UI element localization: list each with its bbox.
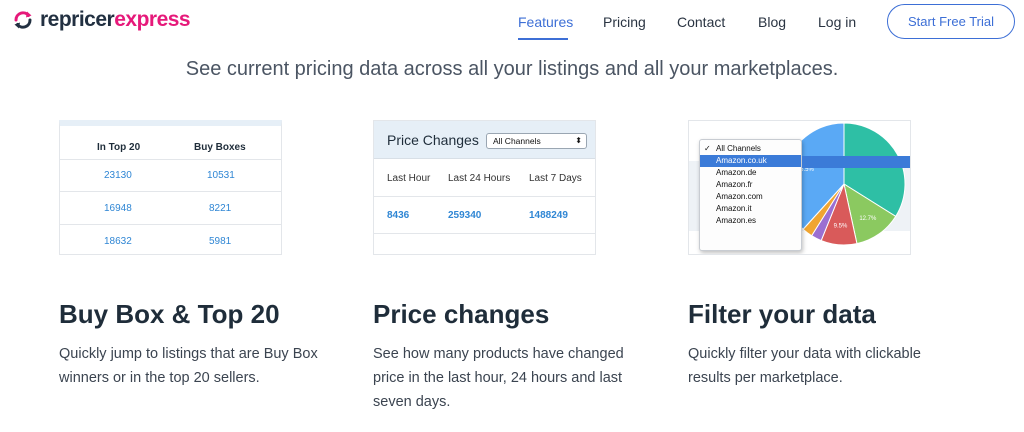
dropdown-option-amazon-com[interactable]: Amazon.com xyxy=(700,191,801,203)
buybox-count[interactable]: 10531 xyxy=(207,170,235,181)
divider xyxy=(60,191,281,192)
top20-count[interactable]: 16948 xyxy=(104,203,132,214)
period-label: Last 24 Hours xyxy=(448,173,511,184)
section-headline: See current pricing data across all your… xyxy=(185,58,839,80)
price-change-count[interactable]: 259340 xyxy=(448,210,481,221)
feature-description: See how many products have changed price … xyxy=(373,346,624,410)
top20-count[interactable]: 18632 xyxy=(104,236,132,247)
price-change-count[interactable]: 8436 xyxy=(387,210,409,221)
divider xyxy=(60,224,281,225)
top20-count[interactable]: 23130 xyxy=(104,170,132,181)
brand-logo[interactable]: repricerexpress xyxy=(12,8,191,32)
buybox-preview-panel: In Top 20 Buy Boxes 23130 10531 16948 82… xyxy=(59,120,282,255)
highlight-row-extension xyxy=(802,156,910,168)
feature-title: Buy Box & Top 20 xyxy=(59,299,280,329)
feature-title: Price changes xyxy=(373,299,550,329)
column-header: In Top 20 xyxy=(97,142,141,153)
dropdown-option-all-channels[interactable]: ✓ All Channels xyxy=(700,143,801,155)
nav-link-blog[interactable]: Blog xyxy=(758,14,786,30)
refresh-logo-icon xyxy=(14,11,32,29)
period-label: Last Hour xyxy=(387,173,431,184)
panel-title: Price Changes xyxy=(387,132,479,148)
checkmark-icon: ✓ xyxy=(704,144,711,153)
price-change-count[interactable]: 1488249 xyxy=(529,210,568,221)
dropdown-option-amazon-de[interactable]: Amazon.de xyxy=(700,167,801,179)
dropdown-option-amazon-fr[interactable]: Amazon.fr xyxy=(700,179,801,191)
feature-description: Quickly filter your data with clickable r… xyxy=(688,346,921,386)
feature-title: Filter your data xyxy=(688,299,876,329)
column-header: Buy Boxes xyxy=(194,142,246,153)
divider xyxy=(374,196,595,197)
channel-dropdown-menu: ✓ All Channels Amazon.co.uk Amazon.de Ama… xyxy=(699,139,802,251)
top-nav: repricerexpress Features Pricing Contact… xyxy=(0,0,1024,44)
channel-select-value: All Channels xyxy=(493,136,541,146)
nav-link-contact[interactable]: Contact xyxy=(677,14,725,30)
period-label: Last 7 Days xyxy=(529,173,582,184)
nav-link-login[interactable]: Log in xyxy=(818,14,856,30)
channel-select[interactable]: All Channels ⬍ xyxy=(486,133,587,149)
pie-slice-label: 9.5% xyxy=(834,223,848,229)
nav-link-features[interactable]: Features xyxy=(518,14,573,30)
brand-name: repricerexpress xyxy=(40,8,191,31)
dropdown-option-amazon-it[interactable]: Amazon.it xyxy=(700,203,801,215)
updown-arrows-icon: ⬍ xyxy=(575,136,582,145)
filter-preview-panel: 33.9%12.7%9.5%36.5% ✓All Channels Amazon… xyxy=(688,120,911,255)
pie-slice-label: 12.7% xyxy=(859,216,877,222)
dropdown-option-amazon-co-uk[interactable]: Amazon.co.uk xyxy=(700,155,801,167)
dropdown-option-amazon-es[interactable]: Amazon.es xyxy=(700,215,801,227)
divider xyxy=(60,159,281,160)
start-free-trial-button[interactable]: Start Free Trial xyxy=(887,4,1015,39)
buybox-count[interactable]: 8221 xyxy=(209,203,231,214)
buybox-count[interactable]: 5981 xyxy=(209,236,231,247)
active-tab-indicator xyxy=(518,38,568,40)
price-changes-preview-panel: Price Changes All Channels ⬍ Last Hour L… xyxy=(373,120,596,255)
nav-link-pricing[interactable]: Pricing xyxy=(603,14,646,30)
panel-header: Price Changes All Channels ⬍ xyxy=(374,121,595,159)
feature-description: Quickly jump to listings that are Buy Bo… xyxy=(59,346,318,386)
divider xyxy=(374,233,595,234)
